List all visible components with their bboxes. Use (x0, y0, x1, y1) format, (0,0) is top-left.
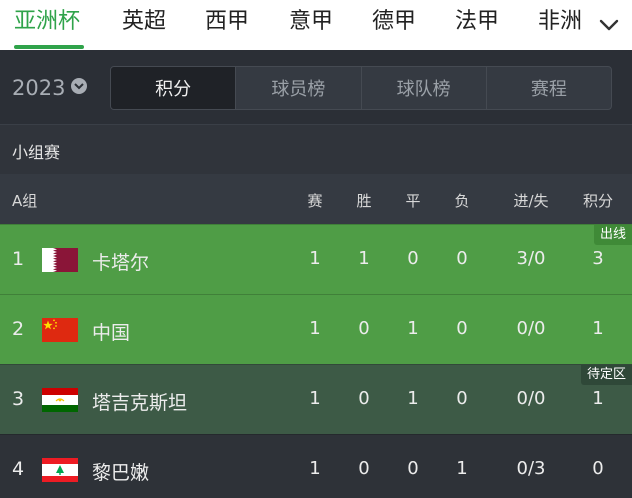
points-value: 1 (592, 388, 604, 409)
tab-ligue-1[interactable]: 法甲 (455, 8, 499, 36)
col-points: 积分 (582, 192, 614, 210)
rank: 2 (12, 318, 25, 340)
segment-player-rank[interactable]: 球员榜 (235, 67, 360, 109)
tab-serie-a[interactable]: 意甲 (289, 8, 333, 36)
lost-value: 0 (456, 318, 468, 339)
league-tab-bar: 亚洲杯 英超 西甲 意甲 德甲 法甲 非洲 (0, 0, 632, 50)
dropdown-circle-icon[interactable] (71, 78, 87, 94)
won-value: 0 (358, 318, 370, 339)
standings-toolbar: 2023 积分 球员榜 球队榜 赛程 (0, 50, 632, 124)
played-value: 1 (309, 458, 321, 479)
team-name: 塔吉克斯坦 (92, 392, 188, 414)
tab-bundesliga[interactable]: 德甲 (372, 8, 416, 36)
goals-value: 0/0 (516, 388, 546, 409)
points-value: 3 (592, 248, 604, 269)
lebanon-flag-icon (42, 458, 78, 482)
tab-asian-cup[interactable]: 亚洲杯 (14, 8, 80, 36)
tab-premier-league[interactable]: 英超 (122, 8, 166, 36)
chevron-down-icon[interactable] (598, 14, 620, 36)
qualified-badge: 出线 (593, 225, 632, 245)
pending-badge: 待定区 (580, 365, 632, 385)
won-value: 0 (358, 388, 370, 409)
table-header: A组 赛 胜 平 负 进/失 积分 (0, 174, 632, 224)
drawn-value: 1 (407, 318, 419, 339)
stage-section-header: 小组赛 (0, 124, 632, 174)
rank: 4 (12, 458, 25, 480)
points-value: 1 (592, 318, 604, 339)
col-played: 赛 (307, 192, 323, 210)
goals-value: 0/0 (516, 318, 546, 339)
played-value: 1 (309, 388, 321, 409)
won-value: 0 (358, 458, 370, 479)
played-value: 1 (309, 318, 321, 339)
table-row[interactable]: 2 中国 1 0 1 0 0/0 1 (0, 294, 632, 364)
goals-value: 3/0 (516, 248, 546, 269)
tab-la-liga[interactable]: 西甲 (205, 8, 249, 36)
active-tab-indicator (14, 45, 84, 49)
team-name: 中国 (92, 322, 131, 344)
points-value: 0 (592, 458, 604, 479)
lost-value: 0 (456, 388, 468, 409)
season-selector[interactable]: 2023 (12, 76, 65, 100)
tajikistan-flag-icon (42, 388, 78, 412)
won-value: 1 (358, 248, 370, 269)
table-row[interactable]: 4 黎巴嫩 1 0 0 1 0/3 0 (0, 434, 632, 498)
table-row[interactable]: 1 卡塔尔 1 1 0 0 3/0 3 出线 (0, 224, 632, 294)
col-drawn: 平 (405, 192, 421, 210)
col-lost: 负 (454, 192, 470, 210)
stage-title: 小组赛 (12, 143, 61, 162)
played-value: 1 (309, 248, 321, 269)
drawn-value: 0 (407, 248, 419, 269)
segment-team-rank[interactable]: 球队榜 (360, 67, 486, 109)
lost-value: 1 (456, 458, 468, 479)
table-row[interactable]: 3 塔吉克斯坦 1 0 1 0 0/0 1 待定区 (0, 364, 632, 434)
team-name: 黎巴嫩 (92, 462, 150, 484)
lost-value: 0 (456, 248, 468, 269)
qatar-flag-icon (42, 248, 78, 272)
segment-schedule[interactable]: 赛程 (485, 67, 611, 109)
col-won: 胜 (356, 192, 372, 210)
drawn-value: 0 (407, 458, 419, 479)
goals-value: 0/3 (516, 458, 546, 479)
china-flag-icon (42, 318, 78, 342)
rank: 1 (12, 248, 25, 270)
group-label: A组 (12, 192, 38, 210)
col-goals: 进/失 (513, 192, 549, 210)
team-name: 卡塔尔 (92, 252, 150, 274)
tab-africa[interactable]: 非洲 (538, 8, 582, 36)
drawn-value: 1 (407, 388, 419, 409)
segment-points[interactable]: 积分 (111, 67, 236, 109)
view-segmented-control: 积分 球员榜 球队榜 赛程 (110, 66, 612, 110)
rank: 3 (12, 388, 25, 410)
